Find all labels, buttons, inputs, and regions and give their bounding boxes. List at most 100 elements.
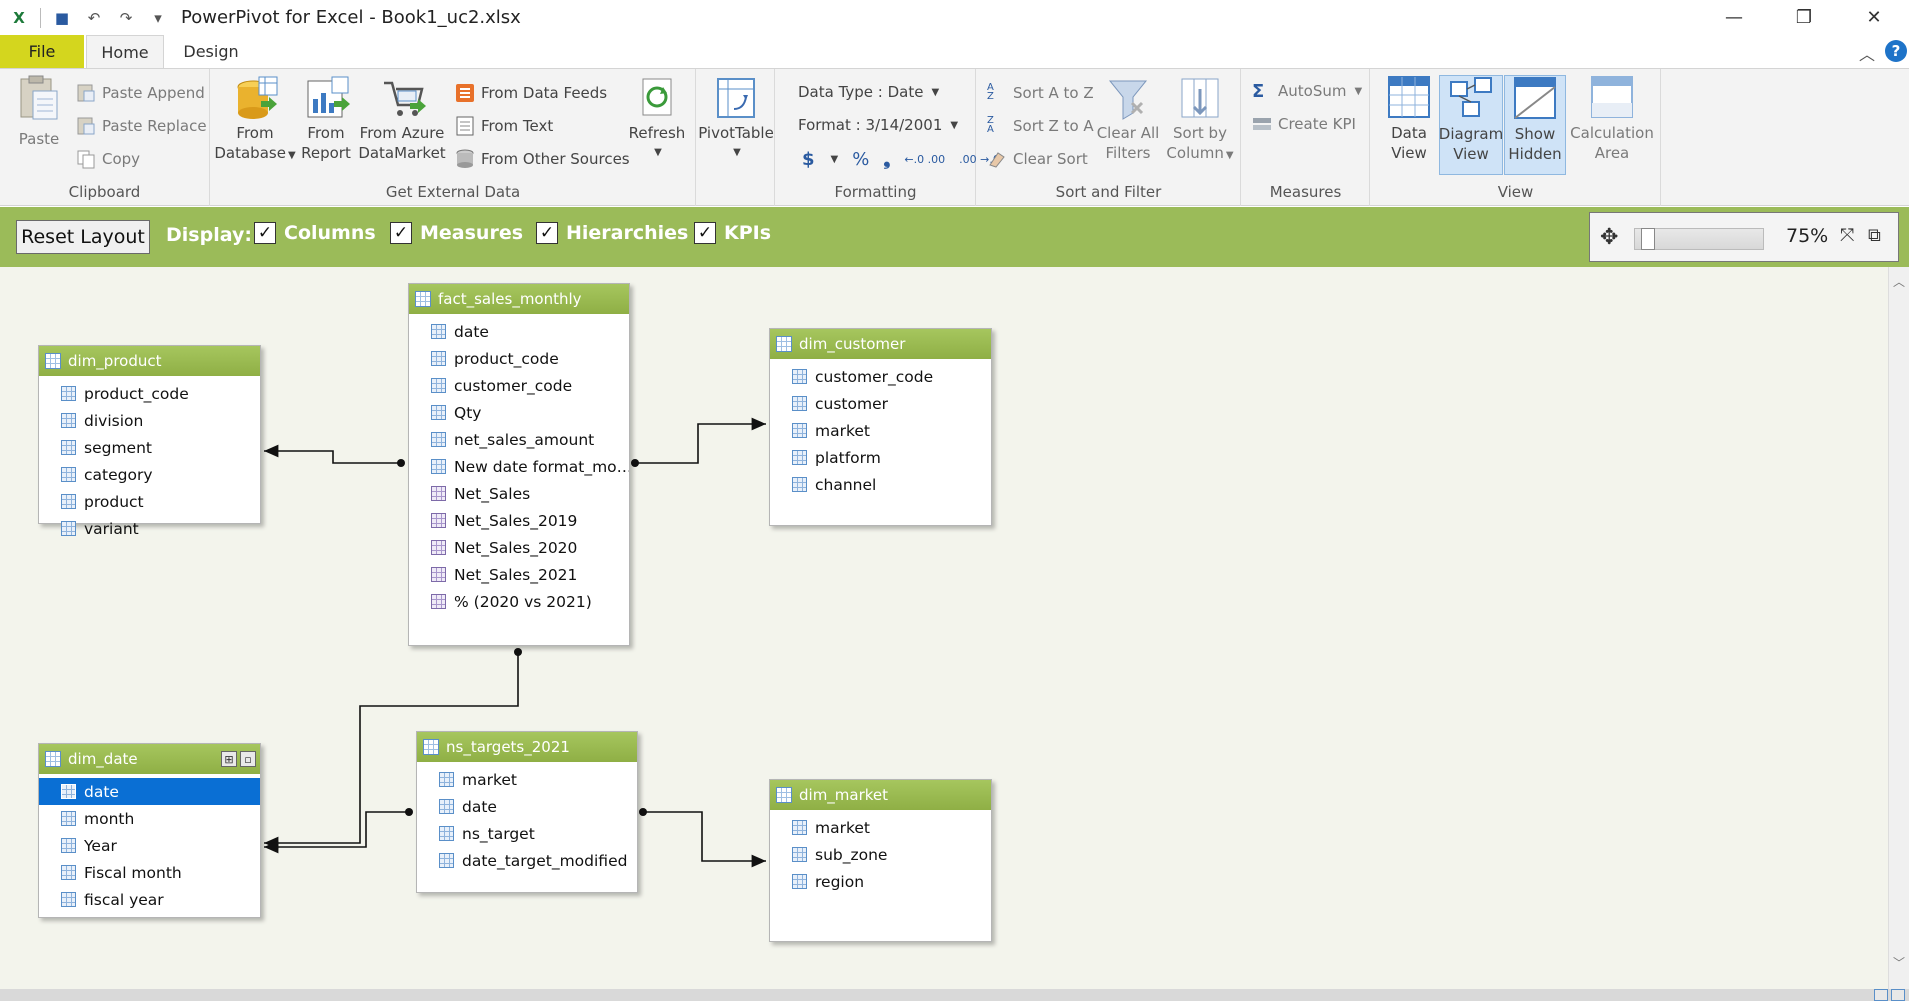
table-row[interactable]: customer_code — [409, 372, 629, 399]
sort-z-to-a-button[interactable]: ZA Sort Z to A — [987, 116, 1094, 136]
table-row[interactable]: sub_zone — [770, 841, 991, 868]
format-dropdown[interactable]: Format : 3/14/2001 ▼ — [798, 116, 958, 134]
excel-icon[interactable]: X — [6, 5, 32, 31]
table-row[interactable]: New date format_mo… — [409, 453, 629, 480]
table-row[interactable]: % (2020 vs 2021) — [409, 588, 629, 615]
table-row[interactable]: product_code — [39, 380, 260, 407]
table-row[interactable]: Net_Sales_2019 — [409, 507, 629, 534]
from-data-feeds-button[interactable]: From Data Feeds — [455, 83, 607, 103]
close-button[interactable]: ✕ — [1839, 0, 1909, 35]
paste-button[interactable]: Paste — [10, 75, 68, 149]
vertical-scrollbar[interactable]: ︿ ﹀ — [1888, 267, 1909, 989]
table-row[interactable]: customer — [770, 390, 991, 417]
from-azure-datamarket-button[interactable]: From Azure DataMarket — [358, 75, 446, 163]
from-other-sources-button[interactable]: From Other Sources — [455, 149, 630, 169]
table-row[interactable]: Net_Sales — [409, 480, 629, 507]
copy-button[interactable]: Copy — [76, 149, 140, 169]
tab-file[interactable]: File — [0, 35, 84, 68]
hierarchies-checkbox[interactable]: ✓ Hierarchies — [536, 222, 688, 244]
scroll-down-icon[interactable]: ﹀ — [1893, 954, 1905, 971]
customize-qat-icon[interactable]: ▾ — [145, 5, 171, 31]
restore-button[interactable]: ❐ — [1769, 0, 1839, 35]
currency-icon[interactable]: $ — [802, 149, 815, 170]
table-dim-customer[interactable]: dim_customer customer_code customer mark… — [769, 328, 992, 526]
from-database-button[interactable]: From Database ▼ — [214, 75, 296, 166]
measures-checkbox[interactable]: ✓ Measures — [390, 222, 523, 244]
table-row[interactable]: date — [417, 793, 637, 820]
paste-replace-button[interactable]: Paste Replace — [76, 116, 207, 136]
diagram-canvas[interactable]: fact_sales_monthly date product_code cus… — [0, 267, 1888, 989]
autosum-button[interactable]: Σ AutoSum ▼ — [1252, 81, 1362, 102]
help-icon[interactable]: ? — [1885, 40, 1907, 62]
sort-a-to-z-button[interactable]: AZ Sort A to Z — [987, 83, 1094, 103]
table-ns-targets-2021[interactable]: ns_targets_2021 market date ns_target da… — [416, 731, 638, 893]
zoom-slider-thumb[interactable] — [1641, 228, 1655, 250]
tab-design[interactable]: Design — [172, 35, 250, 68]
show-hidden-button[interactable]: Show Hidden — [1504, 75, 1566, 175]
table-row[interactable]: region — [770, 868, 991, 895]
table-row[interactable]: customer_code — [770, 363, 991, 390]
table-row[interactable]: date — [409, 318, 629, 345]
table-row-selected[interactable]: date — [39, 778, 260, 805]
table-row[interactable]: product — [39, 488, 260, 515]
table-row[interactable]: market — [417, 766, 637, 793]
columns-checkbox[interactable]: ✓ Columns — [254, 222, 376, 244]
table-row[interactable]: Year — [39, 832, 260, 859]
table-row[interactable]: Fiscal month — [39, 859, 260, 886]
table-row[interactable]: month — [39, 805, 260, 832]
table-row[interactable]: ns_target — [417, 820, 637, 847]
kpis-checkbox[interactable]: ✓ KPIs — [694, 222, 771, 244]
table-fact-sales-monthly[interactable]: fact_sales_monthly date product_code cus… — [408, 283, 630, 646]
table-row[interactable]: fiscal year — [39, 886, 260, 913]
calculation-area-button[interactable]: Calculation Area — [1567, 75, 1657, 163]
create-kpi-button[interactable]: Create KPI — [1252, 114, 1356, 134]
relationship-targets-dim-market[interactable] — [643, 811, 766, 868]
table-row[interactable]: date_target_modified — [417, 847, 637, 874]
table-row[interactable]: division — [39, 407, 260, 434]
data-view-button[interactable]: Data View — [1379, 75, 1439, 175]
currency-caret-icon[interactable]: ▼ — [831, 154, 839, 165]
clear-sort-button[interactable]: Clear Sort — [987, 149, 1088, 169]
table-header[interactable]: fact_sales_monthly — [409, 284, 629, 314]
table-row[interactable]: Net_Sales_2021 — [409, 561, 629, 588]
sort-by-column-button[interactable]: Sort by Column ▼ — [1165, 75, 1235, 166]
table-dim-date[interactable]: dim_date ⊞ ▫ date month Year Fiscal mont… — [38, 743, 261, 918]
table-row[interactable]: Qty — [409, 399, 629, 426]
table-row[interactable]: platform — [770, 444, 991, 471]
table-row[interactable]: net_sales_amount — [409, 426, 629, 453]
increase-decimal-icon[interactable]: ←.0 .00 — [904, 153, 945, 166]
clear-all-filters-button[interactable]: Clear All Filters — [1093, 75, 1163, 163]
scroll-up-icon[interactable]: ︿ — [1893, 273, 1905, 290]
create-hierarchy-icon[interactable]: ⊞ — [221, 751, 237, 767]
table-dim-market[interactable]: dim_market market sub_zone region — [769, 779, 992, 942]
table-row[interactable]: product_code — [409, 345, 629, 372]
minimize-table-icon[interactable]: ▫ — [240, 751, 256, 767]
paste-append-button[interactable]: Paste Append — [76, 83, 205, 103]
redo-icon[interactable]: ↷ — [113, 5, 139, 31]
table-row[interactable]: category — [39, 461, 260, 488]
refresh-button[interactable]: Refresh ▼ — [625, 75, 689, 163]
collapse-ribbon-icon[interactable]: ︿ — [1859, 41, 1875, 65]
minimize-button[interactable]: — — [1699, 0, 1769, 35]
relationship-fact-dim-customer[interactable] — [635, 417, 766, 464]
diagram-view-button[interactable]: Diagram View — [1439, 75, 1503, 175]
table-row[interactable]: segment — [39, 434, 260, 461]
table-row[interactable]: market — [770, 814, 991, 841]
comma-style-icon[interactable]: ❟ — [883, 149, 890, 170]
grid-view-icon[interactable] — [1874, 989, 1888, 1001]
table-dim-product[interactable]: dim_product product_code division segmen… — [38, 345, 261, 538]
from-report-button[interactable]: From Report — [295, 75, 357, 163]
save-icon[interactable]: ■ — [49, 5, 75, 31]
table-row[interactable]: channel — [770, 471, 991, 498]
table-header[interactable]: ns_targets_2021 — [417, 732, 637, 762]
pivottable-button[interactable]: PivotTable ▼ — [698, 75, 774, 163]
zoom-slider[interactable] — [1634, 228, 1764, 250]
percent-icon[interactable]: % — [852, 149, 869, 170]
pan-move-icon[interactable]: ✥ — [1600, 225, 1618, 250]
table-header[interactable]: dim_customer — [770, 329, 991, 359]
table-header[interactable]: dim_date ⊞ ▫ — [39, 744, 260, 774]
reset-layout-button[interactable]: Reset Layout — [16, 220, 150, 254]
table-header[interactable]: dim_market — [770, 780, 991, 810]
relationship-targets-dim-date[interactable] — [264, 811, 409, 854]
table-header[interactable]: dim_product — [39, 346, 260, 376]
